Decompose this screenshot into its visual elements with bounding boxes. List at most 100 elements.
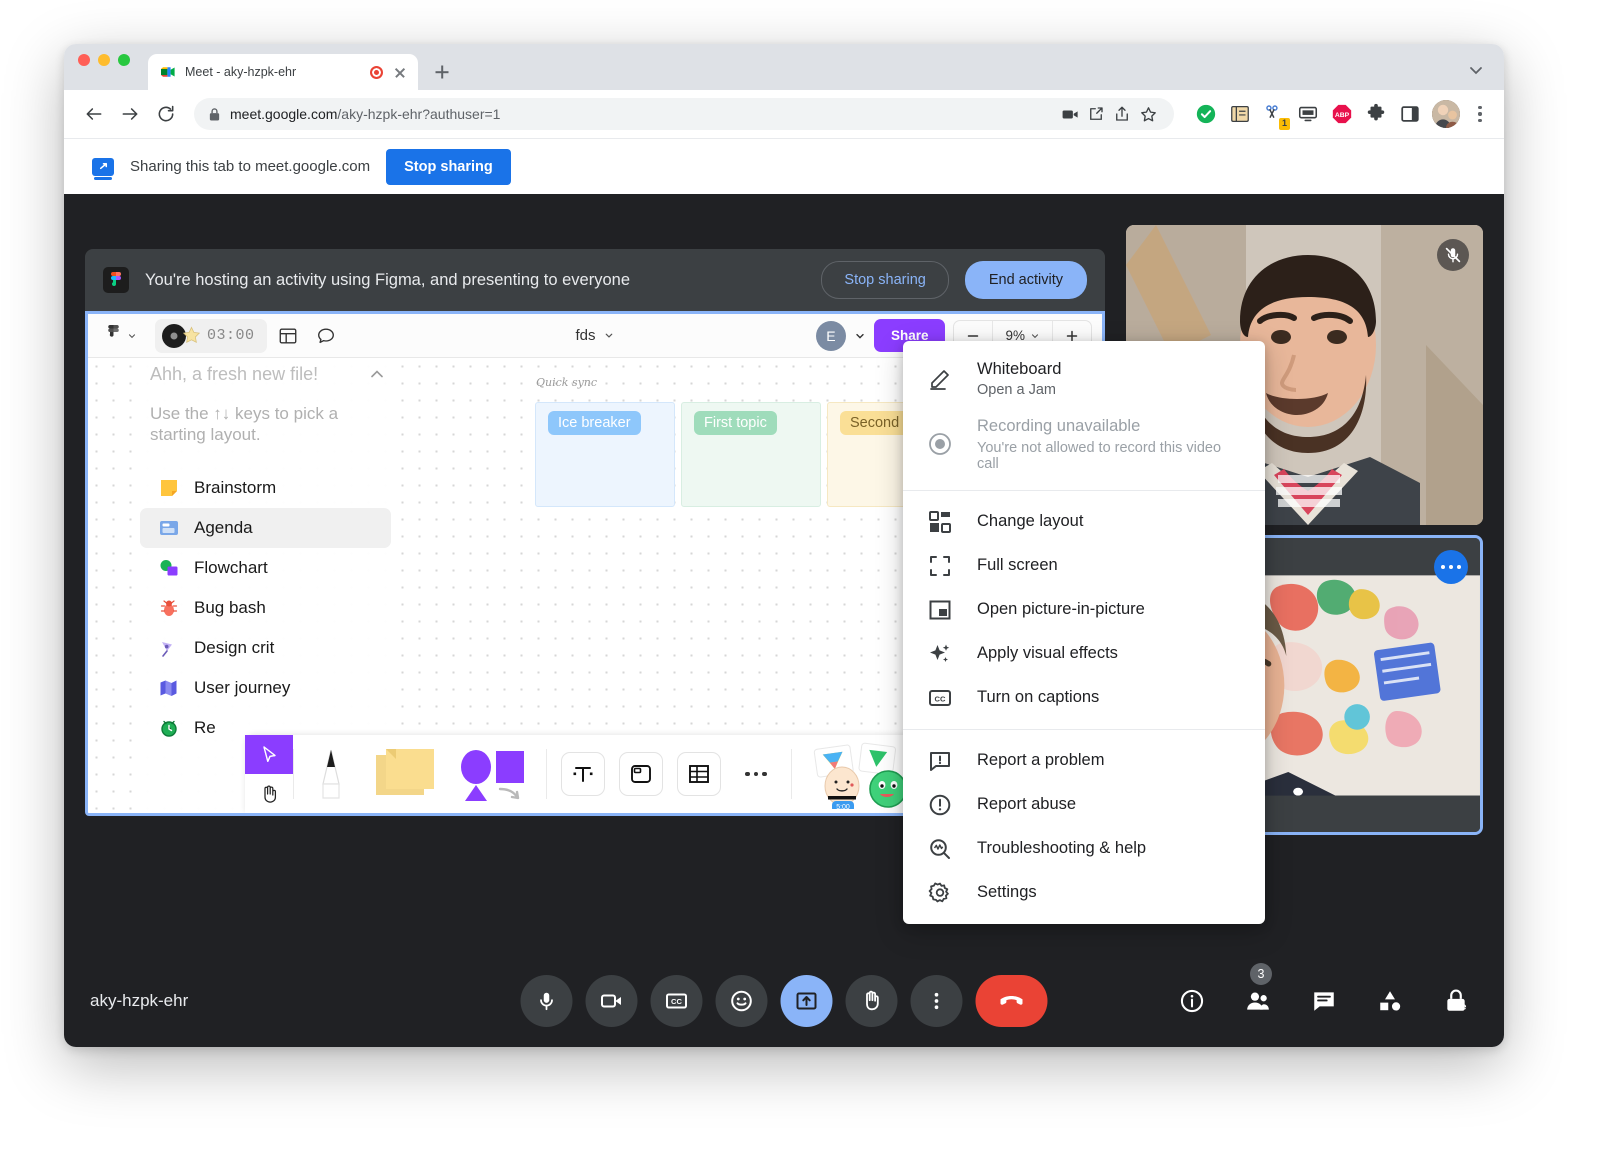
figma-insert-tools: [547, 735, 791, 813]
chevron-up-icon[interactable]: [367, 364, 387, 384]
camera-icon[interactable]: [1058, 102, 1082, 126]
comment-bubble-icon[interactable]: [309, 321, 343, 351]
forward-arrow-icon[interactable]: [114, 98, 146, 130]
minimize-window-button[interactable]: [98, 54, 110, 66]
maximize-window-button[interactable]: [118, 54, 130, 66]
captions-button[interactable]: CC: [651, 975, 703, 1027]
kebab-menu-icon[interactable]: [1470, 102, 1490, 126]
people-button[interactable]: 3: [1236, 979, 1280, 1023]
canvas-column-tag[interactable]: First topic: [694, 411, 777, 435]
meeting-details-button[interactable]: [1170, 979, 1214, 1023]
pen-marker-icon[interactable]: [308, 751, 354, 797]
figma-file-name-button[interactable]: fds: [575, 327, 614, 344]
hand-tool-icon[interactable]: [245, 774, 293, 813]
figma-menu-button[interactable]: [98, 321, 145, 350]
figma-user-avatar[interactable]: E: [816, 321, 846, 351]
menu-item-text: Report abuse: [977, 794, 1076, 815]
reload-icon[interactable]: [150, 98, 182, 130]
canvas-column-1[interactable]: Ice breaker: [535, 402, 675, 507]
star-icon: [182, 326, 201, 345]
close-window-button[interactable]: [78, 54, 90, 66]
layout-panel-icon[interactable]: [271, 321, 305, 351]
menu-item-whiteboard[interactable]: Whiteboard Open a Jam: [903, 350, 1265, 407]
close-icon[interactable]: [392, 64, 408, 80]
menu-item-report-problem[interactable]: Report a problem: [903, 739, 1265, 783]
notebook-extension-icon[interactable]: [1228, 102, 1252, 126]
section-frame-icon[interactable]: [619, 752, 663, 796]
menu-divider: [903, 729, 1265, 730]
layout-option-user-journey[interactable]: User journey: [140, 668, 391, 708]
menu-item-full-screen[interactable]: Full screen: [903, 544, 1265, 588]
back-arrow-icon[interactable]: [78, 98, 110, 130]
layout-option-label: User journey: [194, 678, 290, 698]
activity-stop-sharing-button[interactable]: Stop sharing: [821, 261, 948, 299]
menu-item-text: Open picture-in-picture: [977, 599, 1145, 620]
layout-option-bug-bash[interactable]: Bug bash: [140, 588, 391, 628]
shapes-tool-icon[interactable]: [454, 751, 532, 797]
chevron-down-icon[interactable]: [854, 330, 866, 342]
scissors-clip-extension-icon[interactable]: 1: [1262, 102, 1286, 126]
cursor-arrow-icon[interactable]: [245, 735, 293, 774]
puzzle-extensions-icon[interactable]: [1364, 102, 1388, 126]
picture-in-picture-icon: [927, 597, 953, 623]
present-screen-button[interactable]: [781, 975, 833, 1027]
share-icon[interactable]: [1110, 102, 1134, 126]
menu-item-troubleshooting[interactable]: Troubleshooting & help: [903, 827, 1265, 871]
stop-sharing-button[interactable]: Stop sharing: [386, 149, 511, 185]
microphone-button[interactable]: [521, 975, 573, 1027]
leave-call-button[interactable]: [976, 975, 1048, 1027]
layout-option-flowchart[interactable]: Flowchart: [140, 548, 391, 588]
menu-item-change-layout[interactable]: Change layout: [903, 500, 1265, 544]
canvas-section-label: Quick sync: [536, 376, 597, 389]
menu-item-text: Settings: [977, 882, 1037, 903]
text-tool-icon[interactable]: [561, 752, 605, 796]
sticky-notes-icon[interactable]: [368, 751, 440, 797]
bookmark-star-icon[interactable]: [1136, 102, 1160, 126]
grammar-check-extension-icon[interactable]: [1194, 102, 1218, 126]
new-tab-button[interactable]: [428, 58, 456, 86]
more-options-button[interactable]: [911, 975, 963, 1027]
record-circle-icon: [927, 431, 953, 457]
map-icon: [158, 677, 180, 699]
raise-hand-button[interactable]: [846, 975, 898, 1027]
menu-item-settings[interactable]: Settings: [903, 871, 1265, 915]
menu-item-visual-effects[interactable]: Apply visual effects: [903, 632, 1265, 676]
host-controls-button[interactable]: e: [1434, 979, 1478, 1023]
figma-cursor-tools: [245, 735, 293, 813]
canvas-column-2[interactable]: First topic: [681, 402, 821, 507]
activities-button[interactable]: [1368, 979, 1412, 1023]
open-in-new-icon[interactable]: [1084, 102, 1108, 126]
adblock-plus-extension-icon[interactable]: ABP: [1330, 102, 1354, 126]
menu-item-report-abuse[interactable]: Report abuse: [903, 783, 1265, 827]
layout-option-agenda[interactable]: Agenda: [140, 508, 391, 548]
gear-icon: [927, 880, 953, 906]
chevron-down-icon[interactable]: [1464, 58, 1488, 82]
change-layout-icon: [927, 509, 953, 535]
chat-button[interactable]: [1302, 979, 1346, 1023]
browser-tab[interactable]: Meet - aky-hzpk-ehr: [148, 54, 418, 90]
figma-stickers: 5:00: [792, 735, 920, 813]
address-bar[interactable]: meet.google.com/aky-hzpk-ehr?authuser=1: [194, 98, 1174, 130]
figma-timer[interactable]: 03:00: [155, 319, 267, 353]
extension-toolbar: 1 ABP: [1186, 100, 1490, 128]
layout-option-brainstorm[interactable]: Brainstorm: [140, 468, 391, 508]
side-panel-icon[interactable]: [1398, 102, 1422, 126]
avatar[interactable]: [1432, 100, 1460, 128]
menu-item-picture-in-picture[interactable]: Open picture-in-picture: [903, 588, 1265, 632]
end-activity-button[interactable]: End activity: [965, 261, 1087, 299]
emoji-reactions-button[interactable]: [716, 975, 768, 1027]
screencast-extension-icon[interactable]: [1296, 102, 1320, 126]
menu-item-captions[interactable]: CC Turn on captions: [903, 676, 1265, 720]
table-tool-icon[interactable]: [677, 752, 721, 796]
canvas-column-tag[interactable]: Ice breaker: [548, 411, 641, 435]
extension-badge: 1: [1279, 118, 1290, 130]
meet-control-bar: aky-hzpk-ehr CC: [64, 955, 1504, 1047]
camera-button[interactable]: [586, 975, 638, 1027]
more-horizontal-icon[interactable]: [1434, 550, 1468, 584]
activity-status-text: You're hosting an activity using Figma, …: [145, 271, 805, 290]
recording-indicator-icon[interactable]: [370, 66, 383, 79]
layout-option-design-crit[interactable]: Design crit: [140, 628, 391, 668]
stickers-icon[interactable]: 5:00: [806, 751, 906, 797]
more-horizontal-icon[interactable]: [735, 772, 777, 777]
menu-item-text: Report a problem: [977, 750, 1104, 771]
